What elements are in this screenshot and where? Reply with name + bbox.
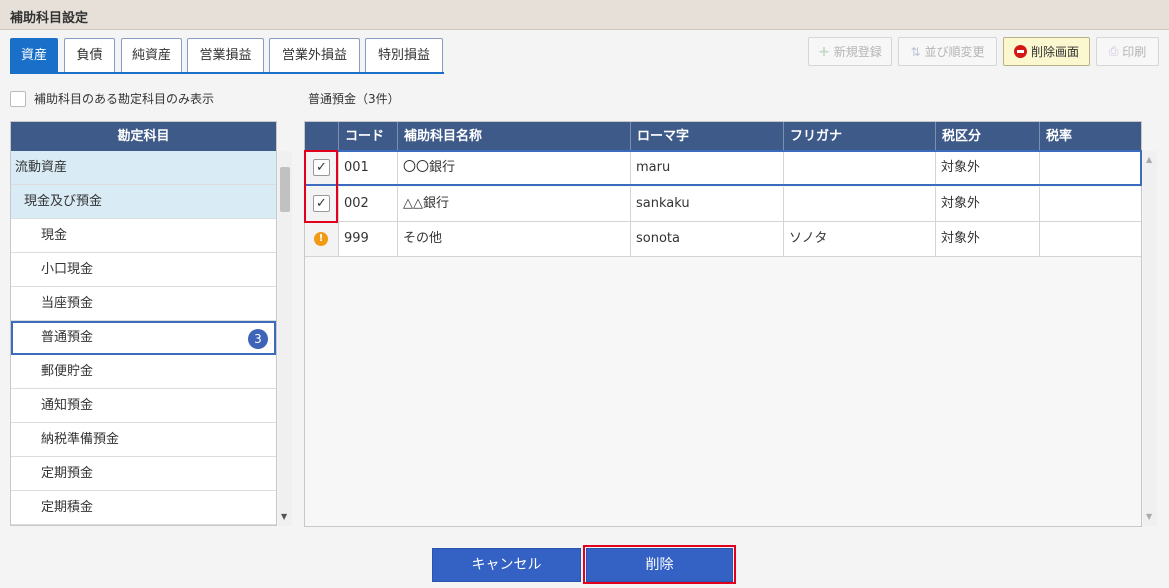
cell-tax: 対象外 (936, 187, 1040, 221)
cell-furigana (784, 187, 936, 221)
cell-name: 〇〇銀行 (398, 151, 631, 185)
printer-icon: ⎙ (1108, 44, 1119, 58)
list-item[interactable]: 当座預金 (11, 287, 276, 321)
cell-tax: 対象外 (936, 151, 1040, 185)
delete-button[interactable]: 削除 (586, 548, 733, 582)
tab-liabilities[interactable]: 負債 (64, 38, 115, 73)
header-furigana: フリガナ (784, 122, 936, 151)
cell-furigana (784, 151, 936, 185)
sort-icon: ⇅ (910, 44, 921, 59)
table-header: コード 補助科目名称 ローマ字 フリガナ 税区分 税率 (305, 122, 1141, 151)
check-icon[interactable]: ✓ (313, 159, 330, 176)
delete-screen-button[interactable]: 削除画面 (1003, 37, 1090, 66)
count-badge: 3 (248, 329, 268, 349)
filter-option[interactable]: 補助科目のある勘定科目のみ表示 (10, 90, 214, 107)
header-code: コード (339, 122, 398, 151)
scrollbar-thumb[interactable] (280, 167, 290, 212)
scroll-up-icon[interactable]: ▲ (1146, 155, 1152, 164)
filter-label: 補助科目のある勘定科目のみ表示 (34, 92, 215, 106)
cancel-button[interactable]: キャンセル (432, 548, 581, 582)
list-item[interactable]: 郵便貯金 (11, 355, 276, 389)
tab-non-operating[interactable]: 営業外損益 (269, 38, 360, 73)
cell-romaji: maru (631, 151, 784, 185)
list-item-label: 普通預金 (41, 330, 94, 345)
table-scrollbar[interactable] (1143, 151, 1157, 526)
row-select-cell[interactable]: ! (305, 222, 339, 256)
scroll-down-icon[interactable]: ▼ (1146, 512, 1152, 521)
list-item[interactable]: 現金 (11, 219, 276, 253)
cell-rate (1040, 151, 1141, 185)
header-select (305, 122, 339, 151)
filter-checkbox[interactable] (10, 90, 26, 107)
cell-tax: 対象外 (936, 222, 1040, 256)
window-title: 補助科目設定 (10, 11, 89, 26)
cell-code: 999 (339, 222, 398, 256)
cell-name: その他 (398, 222, 631, 256)
tab-underline (10, 72, 444, 74)
list-item[interactable]: 小口現金 (11, 253, 276, 287)
list-item[interactable]: 定期積金 (11, 491, 276, 525)
cell-rate (1040, 222, 1141, 256)
cell-code: 001 (339, 151, 398, 185)
check-icon[interactable]: ✓ (313, 195, 330, 212)
list-item-category[interactable]: 現金及び預金 (11, 185, 276, 219)
table-row[interactable]: ✓ 001 〇〇銀行 maru 対象外 (304, 150, 1142, 186)
list-title: 普通預金（3件） (308, 92, 400, 106)
table-row[interactable]: ! 999 その他 sonota ソノタ 対象外 (305, 222, 1141, 257)
header-tax: 税区分 (936, 122, 1040, 151)
sub-account-table: コード 補助科目名称 ローマ字 フリガナ 税区分 税率 ✓ 001 〇〇銀行 m… (304, 121, 1142, 527)
cell-romaji: sankaku (631, 187, 784, 221)
tab-assets[interactable]: 資産 (10, 38, 58, 73)
sort-button[interactable]: ⇅ 並び順変更 (898, 37, 997, 66)
account-list: 勘定科目 流動資産 現金及び預金 現金 小口現金 当座預金 普通預金 3 郵便貯… (10, 121, 277, 526)
cell-name: △△銀行 (398, 187, 631, 221)
cell-rate (1040, 187, 1141, 221)
stop-icon (1013, 45, 1027, 58)
header-name: 補助科目名称 (398, 122, 631, 151)
header-rate: 税率 (1046, 129, 1073, 144)
account-list-header: 勘定科目 (11, 122, 276, 151)
title-bar: 補助科目設定 (0, 0, 1169, 30)
tab-operating[interactable]: 営業損益 (187, 38, 264, 73)
cell-code: 002 (339, 187, 398, 221)
tab-extraordinary[interactable]: 特別損益 (365, 38, 443, 73)
scroll-down-icon[interactable]: ▼ (281, 512, 287, 521)
cell-romaji: sonota (631, 222, 784, 256)
row-select-cell[interactable]: ✓ (305, 151, 339, 185)
list-item[interactable]: 納税準備預金 (11, 423, 276, 457)
list-item[interactable]: 通知預金 (11, 389, 276, 423)
list-item-category[interactable]: 流動資産 (11, 151, 276, 185)
tab-net-assets[interactable]: 純資産 (121, 38, 182, 73)
list-item-selected[interactable]: 普通預金 3 (11, 321, 276, 355)
list-item[interactable]: 定期預金 (11, 457, 276, 491)
new-button[interactable]: + 新規登録 (808, 37, 892, 66)
print-button[interactable]: ⎙ 印刷 (1096, 37, 1159, 66)
cell-furigana: ソノタ (784, 222, 936, 256)
plus-icon: + (818, 43, 830, 60)
warning-icon: ! (314, 232, 328, 246)
header-romaji: ローマ字 (631, 122, 784, 151)
table-row[interactable]: ✓ 002 △△銀行 sankaku 対象外 (305, 187, 1141, 222)
row-select-cell[interactable]: ✓ (305, 187, 339, 221)
